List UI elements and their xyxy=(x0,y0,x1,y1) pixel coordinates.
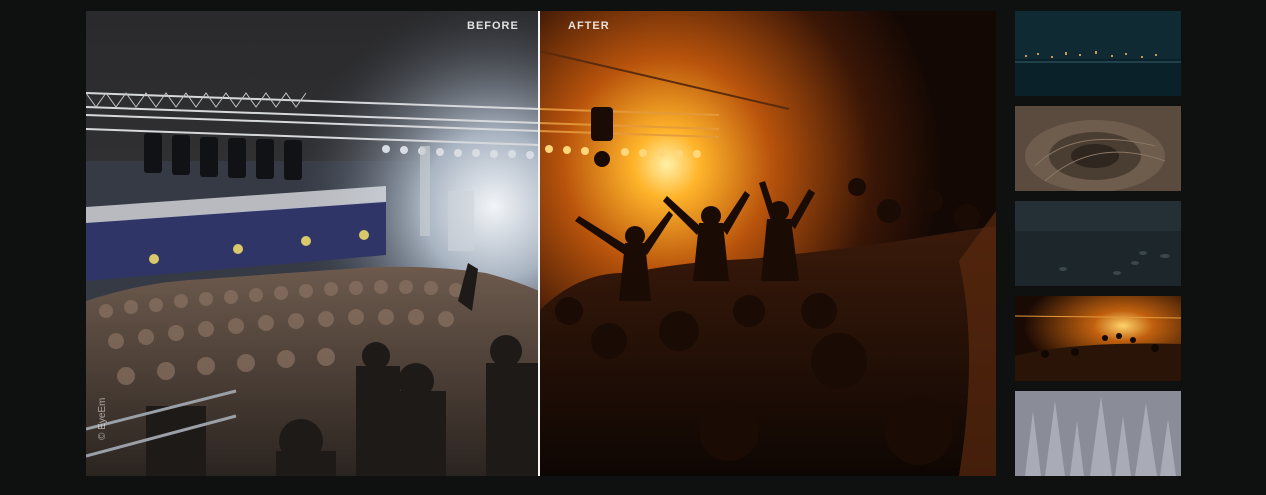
thumbnail-city-night[interactable] xyxy=(1015,11,1181,96)
before-label: BEFORE xyxy=(467,20,519,32)
thumbnail-strip xyxy=(1015,11,1181,486)
compare-slider-handle[interactable] xyxy=(538,11,540,476)
thumbnail-concert[interactable] xyxy=(1015,296,1181,381)
before-after-viewer[interactable]: BEFORE AFTER © EyeEm xyxy=(86,11,996,476)
after-image xyxy=(539,11,996,476)
thumbnail-frosted-forest[interactable] xyxy=(1015,391,1181,476)
after-label: AFTER xyxy=(568,20,610,32)
thumbnail-lake-boats[interactable] xyxy=(1015,201,1181,286)
thumbnail-spiral-staircase[interactable] xyxy=(1015,106,1181,191)
before-image xyxy=(86,11,539,476)
photo-credit: © EyeEm xyxy=(97,397,108,440)
